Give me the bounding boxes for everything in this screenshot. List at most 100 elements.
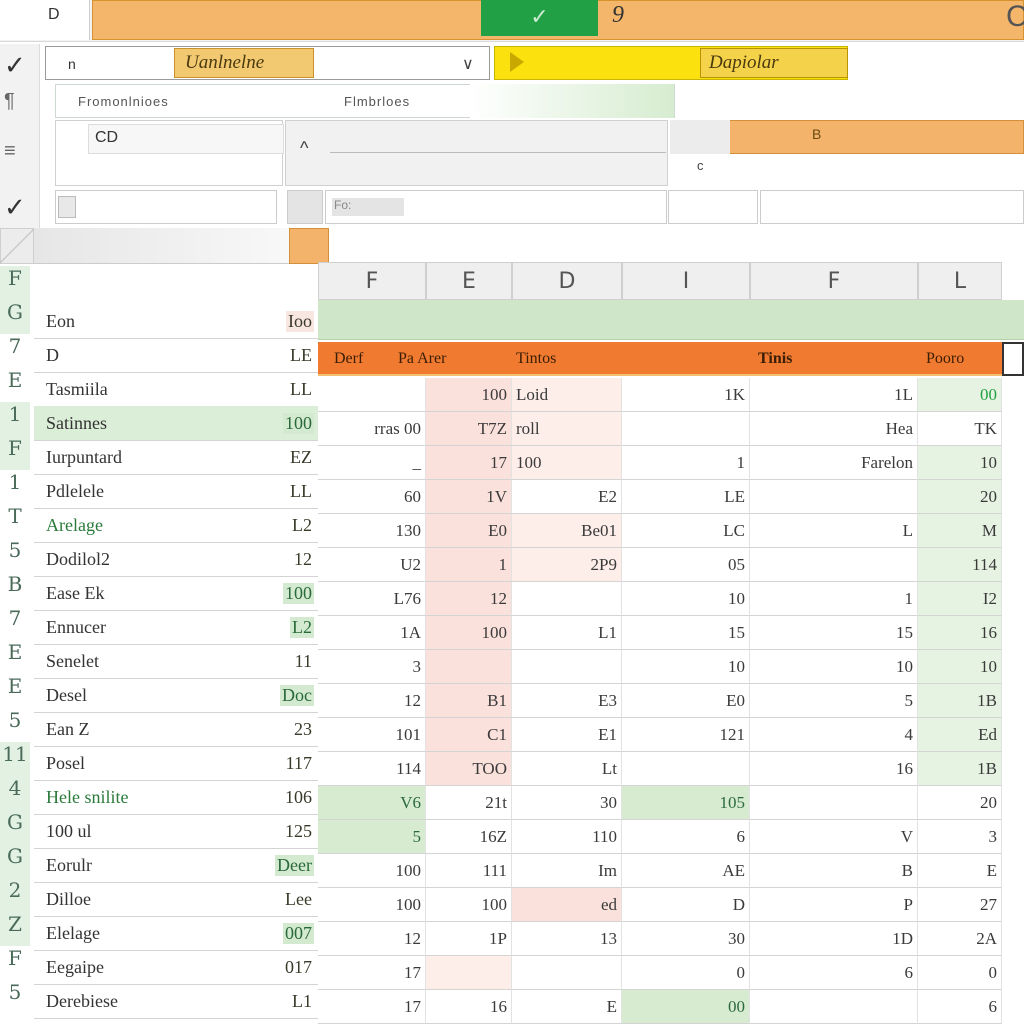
row-number[interactable]: 7 — [0, 334, 30, 368]
grid-cell[interactable]: 1P — [426, 922, 512, 956]
grid-cell[interactable]: E — [512, 990, 622, 1024]
grid-cell[interactable]: Hea — [750, 412, 918, 446]
grid-cell[interactable]: _ — [318, 446, 426, 480]
grid-cell[interactable] — [750, 548, 918, 582]
grid-cell[interactable]: E0 — [622, 684, 750, 718]
grid-cell[interactable]: D — [622, 888, 750, 922]
grid-cell[interactable]: 111 — [426, 854, 512, 888]
grid-cell[interactable]: rras 00 — [318, 412, 426, 446]
label-row[interactable]: D LE — [34, 338, 318, 373]
grid-cell[interactable]: ed — [512, 888, 622, 922]
column-header-e[interactable]: E — [426, 262, 512, 300]
column-header-l[interactable]: L — [918, 262, 1002, 300]
column-header-f[interactable]: F — [318, 262, 426, 300]
grid-cell[interactable] — [750, 786, 918, 820]
row-number[interactable]: G — [0, 844, 30, 878]
label-row[interactable]: Dodilol2 12 — [34, 542, 318, 577]
grid-cell[interactable]: Ed — [918, 718, 1002, 752]
row-number[interactable]: 11 — [0, 742, 30, 776]
grid-cell[interactable]: 100 — [318, 888, 426, 922]
row-number[interactable]: G — [0, 810, 30, 844]
grid-cell[interactable]: 17 — [318, 990, 426, 1024]
row-number[interactable]: 5 — [0, 980, 30, 1014]
grid-cell[interactable]: Be01 — [512, 514, 622, 548]
grid-cell[interactable]: 1D — [750, 922, 918, 956]
grey-button[interactable] — [287, 190, 323, 224]
grid-cell[interactable]: 110 — [512, 820, 622, 854]
grid-cell[interactable] — [750, 480, 918, 514]
grid-cell[interactable]: 100 — [426, 888, 512, 922]
label-row[interactable]: Dilloe Lee — [34, 882, 318, 917]
grid-cell[interactable] — [318, 378, 426, 412]
label-row[interactable]: Senelet 11 — [34, 644, 318, 679]
label-row[interactable]: Tasmiila LL — [34, 372, 318, 407]
grid-cell[interactable]: 16Z — [426, 820, 512, 854]
grid-cell[interactable]: 30 — [622, 922, 750, 956]
grid-cell[interactable]: 100 — [318, 854, 426, 888]
row-number[interactable]: E — [0, 640, 30, 674]
grid-cell[interactable]: L1 — [512, 616, 622, 650]
grid-cell[interactable]: E2 — [512, 480, 622, 514]
grid-cell[interactable]: 100 — [426, 616, 512, 650]
grid-cell[interactable]: 20 — [918, 786, 1002, 820]
grid-cell[interactable]: 1 — [622, 446, 750, 480]
grid-cell[interactable]: 17 — [426, 446, 512, 480]
caret-up-icon[interactable]: ^ — [300, 138, 308, 159]
grid-cell[interactable] — [622, 412, 750, 446]
row-number[interactable]: 1 — [0, 470, 30, 504]
row-number[interactable]: E — [0, 674, 30, 708]
grid-cell[interactable]: 00 — [918, 378, 1002, 412]
label-row[interactable]: Ennucer L2 — [34, 610, 318, 645]
grid-cell[interactable]: 21t — [426, 786, 512, 820]
grid-cell[interactable]: 10 — [750, 650, 918, 684]
selected-cell-outline[interactable] — [1002, 342, 1024, 376]
grid-cell[interactable]: V6 — [318, 786, 426, 820]
grid-cell[interactable]: 12 — [318, 922, 426, 956]
paragraph-icon[interactable]: ¶ — [4, 90, 15, 113]
grid-cell[interactable]: LC — [622, 514, 750, 548]
fx-box[interactable] — [55, 190, 277, 224]
grid-cell[interactable]: T7Z — [426, 412, 512, 446]
grid-cell[interactable]: 3 — [918, 820, 1002, 854]
grid-cell[interactable] — [426, 956, 512, 990]
grid-cell[interactable]: 16 — [918, 616, 1002, 650]
grid-cell[interactable]: U2 — [318, 548, 426, 582]
check-icon[interactable]: ✓ — [4, 192, 26, 223]
label-row[interactable]: Arelage L2 — [34, 508, 318, 543]
grid-cell[interactable]: P — [750, 888, 918, 922]
chevron-down-icon[interactable]: ∨ — [462, 54, 474, 74]
label-row[interactable]: Satinnes 100 — [34, 406, 318, 441]
grid-cell[interactable]: 114 — [918, 548, 1002, 582]
grid-cell[interactable] — [426, 650, 512, 684]
grid-cell[interactable]: 16 — [750, 752, 918, 786]
grid-cell[interactable]: 100 — [426, 378, 512, 412]
row-number[interactable]: F — [0, 946, 30, 980]
bookmark-icon[interactable]: B — [812, 126, 821, 142]
grid-cell[interactable]: 105 — [622, 786, 750, 820]
grid-cell[interactable]: 0 — [622, 956, 750, 990]
grid-cell[interactable]: 10 — [622, 582, 750, 616]
grid-cell[interactable]: 2A — [918, 922, 1002, 956]
grid-cell[interactable]: I2 — [918, 582, 1002, 616]
check-icon[interactable]: ✓ — [4, 50, 26, 81]
label-row[interactable]: Derebiese L1 — [34, 984, 318, 1019]
grid-cell[interactable]: 12 — [318, 684, 426, 718]
header-orange-tab[interactable] — [289, 228, 329, 264]
grid-cell[interactable]: Loid — [512, 378, 622, 412]
grid-cell[interactable]: 130 — [318, 514, 426, 548]
grid-cell[interactable]: 100 — [512, 446, 622, 480]
grid-cell[interactable] — [512, 650, 622, 684]
grid-cell[interactable]: B1 — [426, 684, 512, 718]
grid-cell[interactable]: 1A — [318, 616, 426, 650]
grid-cell[interactable]: 16 — [426, 990, 512, 1024]
grid-cell[interactable]: Im — [512, 854, 622, 888]
grid-cell[interactable]: 5 — [318, 820, 426, 854]
dropdown-highlight[interactable]: Uanlnelne — [174, 48, 314, 78]
row-number[interactable]: F — [0, 436, 30, 470]
formula-cell[interactable] — [760, 190, 1024, 224]
row-number[interactable]: 5 — [0, 538, 30, 572]
grid-cell[interactable]: 20 — [918, 480, 1002, 514]
grid-cell[interactable]: L76 — [318, 582, 426, 616]
grid-cell[interactable]: 1 — [426, 548, 512, 582]
label-row[interactable]: Ean Z 23 — [34, 712, 318, 747]
